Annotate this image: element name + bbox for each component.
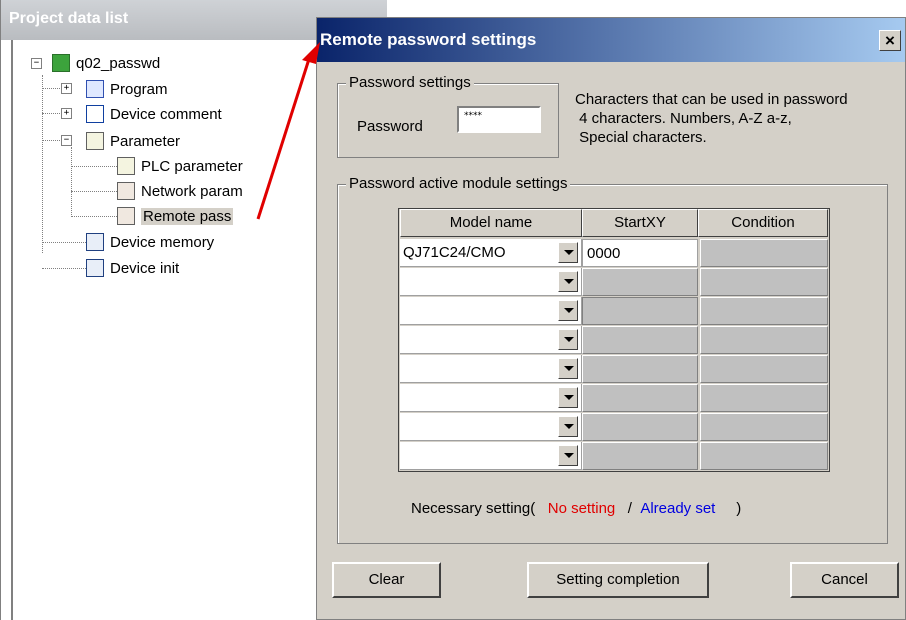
tree-item-label: Parameter xyxy=(110,132,181,150)
tree-item-project[interactable]: q02_passwd xyxy=(52,52,160,74)
condition-cell xyxy=(700,355,828,383)
password-input[interactable]: **** xyxy=(457,106,541,133)
password-help-line: Special characters. xyxy=(575,129,707,146)
model-name-select[interactable] xyxy=(400,355,582,383)
device-memory-icon xyxy=(86,233,104,251)
device-init-icon xyxy=(86,259,104,277)
startxy-field[interactable]: 0000 xyxy=(582,239,698,267)
condition-cell xyxy=(700,268,828,296)
plc-parameter-icon xyxy=(117,157,135,175)
model-name-value: QJ71C24/CMO xyxy=(403,244,506,261)
tree-item-parameter[interactable]: Parameter xyxy=(86,130,180,152)
password-help-line: 4 characters. Numbers, A-Z a-z, xyxy=(575,110,792,127)
startxy-field xyxy=(582,268,698,296)
dialog-title: Remote password settings xyxy=(320,30,537,49)
network-param-icon xyxy=(117,182,135,200)
cancel-button[interactable]: Cancel xyxy=(790,562,899,598)
project-panel-title: Project data list xyxy=(9,10,129,27)
tree-line xyxy=(71,147,72,217)
chevron-down-icon[interactable] xyxy=(558,387,578,408)
model-name-select[interactable] xyxy=(400,442,582,470)
chevron-down-icon[interactable] xyxy=(558,445,578,466)
condition-cell xyxy=(700,326,828,354)
tree-item-program[interactable]: Program xyxy=(86,78,168,100)
setting-completion-button[interactable]: Setting completion xyxy=(527,562,709,598)
startxy-field xyxy=(582,384,698,412)
tree-item-label: q02_passwd xyxy=(76,54,161,72)
chevron-down-icon[interactable] xyxy=(558,242,578,263)
tree-line xyxy=(71,191,117,192)
already-set-label: Already set xyxy=(640,500,716,517)
condition-cell xyxy=(700,442,828,470)
note-separator: / xyxy=(627,500,632,517)
column-header-condition[interactable]: Condition xyxy=(698,209,828,237)
tree-item-network-param[interactable]: Network param xyxy=(117,180,243,202)
password-help-line: Characters that can be used in password xyxy=(575,91,848,108)
startxy-field xyxy=(582,413,698,441)
password-label: Password xyxy=(357,118,423,135)
program-icon xyxy=(86,80,104,98)
expand-icon[interactable]: + xyxy=(61,108,72,119)
tree-line xyxy=(42,140,62,141)
module-settings-legend: Password active module settings xyxy=(346,175,571,192)
startxy-field xyxy=(582,442,698,470)
tree-item-remote-pass[interactable]: Remote pass xyxy=(117,205,234,227)
collapse-icon[interactable]: − xyxy=(61,135,72,146)
tree-item-label: Network param xyxy=(141,182,243,200)
model-name-select[interactable] xyxy=(400,297,582,325)
tree-line xyxy=(42,75,43,253)
tree-item-label: Device comment xyxy=(110,105,222,123)
close-button[interactable]: × xyxy=(879,30,901,51)
tree-line xyxy=(71,216,117,217)
model-name-select[interactable] xyxy=(400,326,582,354)
tree-item-plc-parameter[interactable]: PLC parameter xyxy=(117,155,243,177)
startxy-field xyxy=(582,297,698,325)
tree-line xyxy=(42,88,62,89)
tree-item-device-comment[interactable]: Device comment xyxy=(86,103,222,125)
chevron-down-icon[interactable] xyxy=(558,329,578,350)
column-header-model-name[interactable]: Model name xyxy=(400,209,582,237)
chevron-down-icon[interactable] xyxy=(558,300,578,321)
condition-cell xyxy=(700,297,828,325)
model-name-select[interactable] xyxy=(400,413,582,441)
column-header-startxy[interactable]: StartXY xyxy=(582,209,698,237)
tree-item-label: Remote pass xyxy=(141,207,234,225)
necessary-setting-note: Necessary setting( No setting / Already … xyxy=(411,500,741,517)
expand-icon[interactable]: + xyxy=(61,83,72,94)
dialog-titlebar[interactable]: Remote password settings × xyxy=(317,18,905,62)
collapse-icon[interactable]: − xyxy=(31,58,42,69)
model-name-select[interactable] xyxy=(400,268,582,296)
condition-cell xyxy=(700,384,828,412)
condition-cell xyxy=(700,239,828,267)
password-help-text: Characters that can be used in password … xyxy=(575,90,848,147)
note-prefix: Necessary setting( xyxy=(411,500,536,517)
tree-item-device-memory[interactable]: Device memory xyxy=(86,231,214,253)
chevron-down-icon[interactable] xyxy=(558,416,578,437)
model-name-select[interactable]: QJ71C24/CMO xyxy=(400,239,582,267)
startxy-field xyxy=(582,326,698,354)
tree-item-device-init[interactable]: Device init xyxy=(86,257,179,279)
tree-item-label: Program xyxy=(110,80,168,98)
startxy-value: 0000 xyxy=(587,245,621,262)
parameter-icon xyxy=(86,132,104,150)
condition-cell xyxy=(700,413,828,441)
model-name-select[interactable] xyxy=(400,384,582,412)
tree-line xyxy=(42,242,86,243)
no-setting-label: No setting xyxy=(547,500,616,517)
tree-line xyxy=(42,268,86,269)
tree-item-label: Device memory xyxy=(110,233,215,251)
tree-item-label: Device init xyxy=(110,259,180,277)
clear-button[interactable]: Clear xyxy=(332,562,441,598)
chevron-down-icon[interactable] xyxy=(558,358,578,379)
password-settings-legend: Password settings xyxy=(346,74,474,91)
tree-item-label: PLC parameter xyxy=(141,157,243,175)
startxy-field xyxy=(582,355,698,383)
remote-pass-icon xyxy=(117,207,135,225)
note-suffix: ) xyxy=(736,500,742,517)
tree-line xyxy=(71,166,117,167)
project-icon xyxy=(52,54,70,72)
tree-line xyxy=(42,113,62,114)
chevron-down-icon[interactable] xyxy=(558,271,578,292)
device-comment-icon xyxy=(86,105,104,123)
